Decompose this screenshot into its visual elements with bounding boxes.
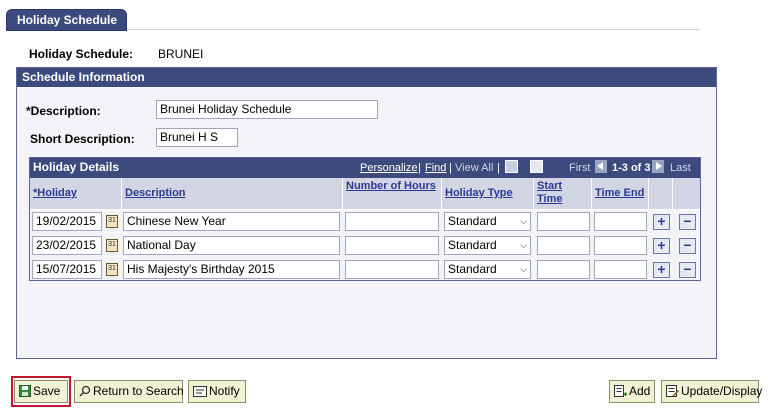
column-header-delete [673, 178, 700, 210]
row-range: 1-3 of 3 [612, 162, 651, 174]
holiday-schedule-label: Holiday Schedule: [29, 47, 134, 61]
plus-icon[interactable]: + [653, 262, 670, 278]
description-label: *Description: [26, 104, 101, 118]
nav-separator: | [418, 162, 421, 174]
plus-icon[interactable]: + [653, 214, 670, 230]
description-field[interactable]: Brunei Holiday Schedule [156, 100, 378, 119]
holiday-date-field[interactable]: 19/02/2015 [32, 212, 102, 231]
chevron-down-icon: ⌵ [520, 264, 527, 274]
return-to-search-button[interactable]: Return to Search [74, 380, 184, 403]
return-to-search-label: Return to Search [93, 384, 184, 398]
description-cell[interactable]: His Majesty's Birthday 2015 [123, 260, 340, 279]
column-header-time-end[interactable]: Time End [592, 178, 649, 210]
minus-icon[interactable]: − [679, 262, 696, 278]
holiday-type-select[interactable]: Standard ⌵ [444, 236, 531, 255]
holiday-details-grid: Holiday Details Personalize | Find | Vie… [29, 157, 701, 281]
personalize-link[interactable]: Personalize [360, 162, 417, 174]
end-time-field[interactable] [594, 260, 647, 279]
update-display-icon [666, 385, 680, 400]
holiday-date-field[interactable]: 15/07/2015 [32, 260, 102, 279]
column-header-holiday-text: *Holiday [33, 187, 78, 199]
notify-button[interactable]: Notify [188, 380, 246, 403]
holiday-type-value: Standard [448, 238, 497, 252]
end-time-field[interactable] [594, 212, 647, 231]
start-time-field[interactable] [537, 260, 590, 279]
schedule-information-group: Schedule Information *Description: Brune… [16, 67, 717, 359]
grid-icon[interactable] [530, 160, 543, 173]
nav-separator: | [449, 162, 452, 174]
minus-icon[interactable]: − [679, 238, 696, 254]
zoom-icon[interactable] [505, 160, 518, 173]
search-icon [79, 385, 91, 400]
tab-holiday-schedule[interactable]: Holiday Schedule [6, 9, 127, 31]
column-header-holiday[interactable]: *Holiday [30, 178, 122, 210]
end-time-field[interactable] [594, 236, 647, 255]
hours-field[interactable] [345, 260, 439, 279]
column-header-holiday-type[interactable]: Holiday Type [442, 178, 534, 210]
calendar-icon[interactable]: 31 [106, 263, 118, 276]
add-button[interactable]: Add [609, 380, 655, 403]
update-display-button[interactable]: Update/Display [661, 380, 763, 403]
grid-title-bar: Holiday Details Personalize | Find | Vie… [30, 158, 700, 178]
calendar-icon[interactable]: 31 [106, 215, 118, 228]
holiday-schedule-value: BRUNEI [158, 47, 204, 61]
calendar-icon[interactable]: 31 [106, 239, 118, 252]
hours-field[interactable] [345, 236, 439, 255]
holiday-type-value: Standard [448, 262, 497, 276]
short-description-label: Short Description: [30, 132, 135, 146]
update-display-label: Update/Display [681, 384, 763, 398]
column-header-time-end-text: Time End [595, 187, 645, 199]
column-header-description-text: Description [125, 187, 186, 199]
column-header-description[interactable]: Description [122, 178, 343, 210]
start-time-field[interactable] [537, 236, 590, 255]
find-link[interactable]: Find [425, 162, 446, 174]
holiday-type-select[interactable]: Standard ⌵ [444, 212, 531, 231]
add-icon [614, 385, 627, 400]
save-button[interactable]: Save [14, 380, 68, 403]
hours-field[interactable] [345, 212, 439, 231]
description-cell[interactable]: National Day [123, 236, 340, 255]
notify-label: Notify [209, 384, 240, 398]
column-header-add [649, 178, 673, 210]
last-link[interactable]: Last [670, 162, 691, 174]
chevron-down-icon: ⌵ [520, 216, 527, 226]
holiday-date-field[interactable]: 23/02/2015 [32, 236, 102, 255]
chevron-down-icon: ⌵ [520, 240, 527, 250]
save-label: Save [33, 384, 61, 398]
add-label: Add [629, 384, 651, 398]
first-link[interactable]: First [569, 162, 590, 174]
disk-icon [19, 385, 31, 400]
next-icon[interactable] [652, 160, 664, 173]
start-time-field[interactable] [537, 212, 590, 231]
holiday-type-value: Standard [448, 214, 497, 228]
tab-divider [127, 29, 699, 30]
column-header-start-time[interactable]: Start Time [534, 178, 592, 210]
schedule-information-header: Schedule Information [17, 68, 716, 87]
column-header-hours-text: Number of Hours [346, 180, 436, 192]
nav-separator: | [497, 162, 500, 174]
minus-icon[interactable]: − [679, 214, 696, 230]
column-header-holiday-type-text: Holiday Type [445, 187, 513, 199]
notify-icon [193, 386, 207, 400]
view-all-link[interactable]: View All [455, 162, 493, 174]
holiday-type-select[interactable]: Standard ⌵ [444, 260, 531, 279]
previous-icon[interactable] [595, 160, 607, 173]
plus-icon[interactable]: + [653, 238, 670, 254]
column-header-hours[interactable]: Number of Hours [343, 178, 442, 210]
grid-title: Holiday Details [33, 160, 120, 174]
description-cell[interactable]: Chinese New Year [123, 212, 340, 231]
short-description-field[interactable]: Brunei H S [156, 128, 238, 147]
column-header-start-time-text: Start Time [537, 180, 563, 205]
